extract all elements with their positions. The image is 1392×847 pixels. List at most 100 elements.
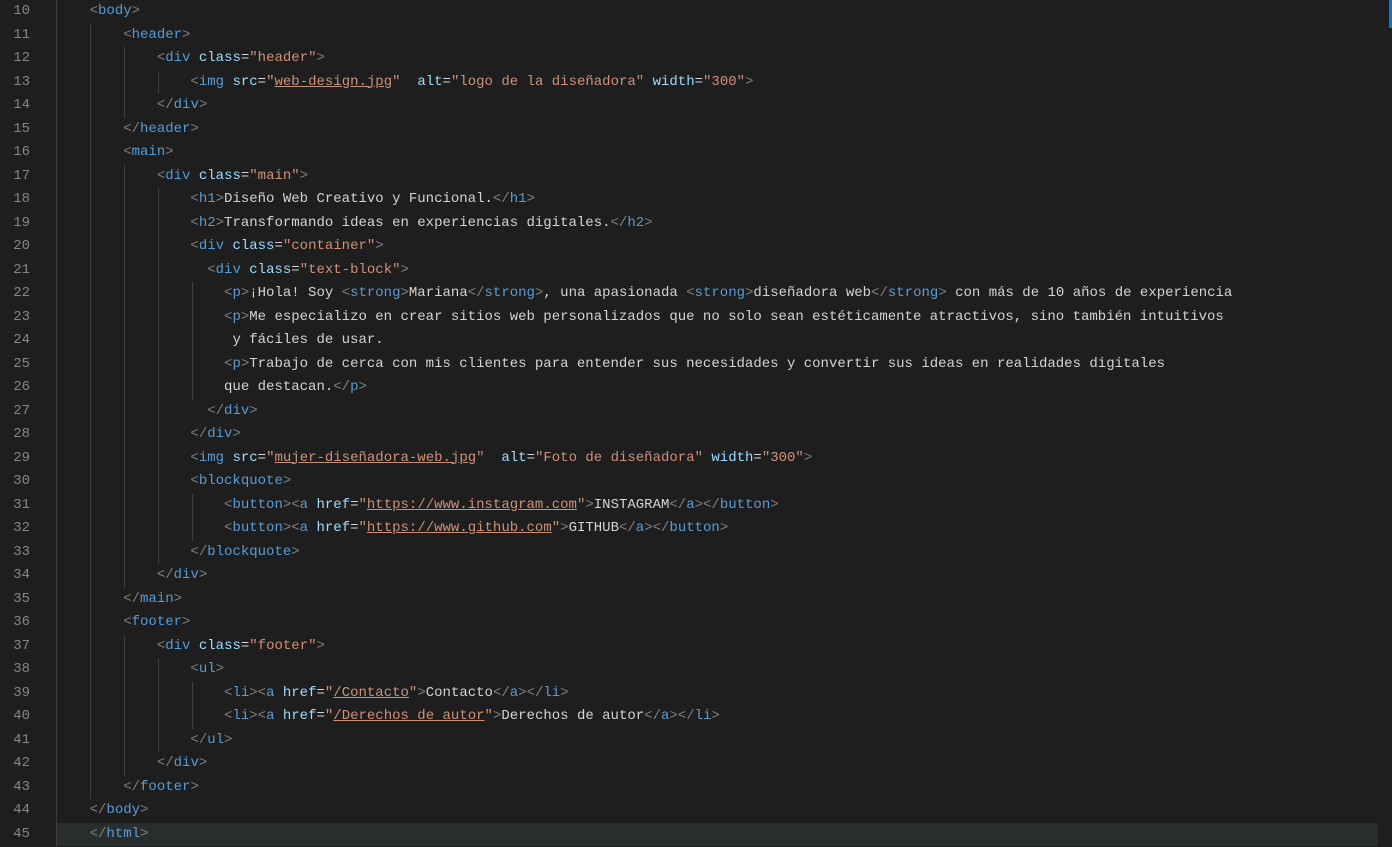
token-attr: alt xyxy=(501,450,526,466)
indent-guide xyxy=(124,165,125,189)
code-line[interactable]: </div> xyxy=(56,564,1392,588)
code-line[interactable]: y fáciles de usar. xyxy=(56,329,1392,353)
code-line[interactable]: <li><a href="/Contacto">Contacto</a></li… xyxy=(56,682,1392,706)
token-tag: h2 xyxy=(627,215,644,231)
vertical-scrollbar[interactable] xyxy=(1378,0,1392,847)
token-txt xyxy=(274,708,282,724)
code-line[interactable]: </html> xyxy=(56,823,1392,847)
code-area[interactable]: <body> <header> <div class="header"> <im… xyxy=(48,0,1392,847)
indent-guide xyxy=(124,635,125,659)
line-number: 16 xyxy=(0,141,48,165)
token-br: </ xyxy=(611,215,628,231)
code-line[interactable]: </body> xyxy=(56,799,1392,823)
code-line[interactable]: <p>¡Hola! Soy <strong>Mariana</strong>, … xyxy=(56,282,1392,306)
token-tag: div xyxy=(165,168,190,184)
indent-guide xyxy=(56,776,57,800)
line-number: 28 xyxy=(0,423,48,447)
token-tag: a xyxy=(636,520,644,536)
indent-guide xyxy=(192,282,193,306)
token-br: > xyxy=(560,685,568,701)
indent-guide xyxy=(192,376,193,400)
token-txt: Me especializo en crear sitios web perso… xyxy=(249,309,1224,325)
indent-guide xyxy=(56,564,57,588)
code-line[interactable]: <ul> xyxy=(56,658,1392,682)
token-txt: = xyxy=(695,74,703,90)
code-line[interactable]: <div class="footer"> xyxy=(56,635,1392,659)
code-line[interactable]: </main> xyxy=(56,588,1392,612)
token-br: > xyxy=(182,614,190,630)
indent-guide xyxy=(56,212,57,236)
token-tag: header xyxy=(132,27,182,43)
token-txt: con más de 10 años de experiencia xyxy=(947,285,1233,301)
token-tag: a xyxy=(300,497,308,513)
code-line[interactable]: <main> xyxy=(56,141,1392,165)
indent-guide xyxy=(56,588,57,612)
indent-guide xyxy=(90,259,91,283)
token-tag: blockquote xyxy=(199,473,283,489)
token-str: " xyxy=(476,450,484,466)
token-br: < xyxy=(342,285,350,301)
indent-guide xyxy=(56,282,57,306)
code-line[interactable]: <button><a href="https://www.github.com"… xyxy=(56,517,1392,541)
code-line[interactable]: </ul> xyxy=(56,729,1392,753)
code-line[interactable]: <div class="text-block"> xyxy=(56,259,1392,283)
code-line[interactable]: </div> xyxy=(56,752,1392,776)
code-line[interactable]: <div class="container"> xyxy=(56,235,1392,259)
indent-guide xyxy=(56,118,57,142)
code-line[interactable]: <div class="header"> xyxy=(56,47,1392,71)
line-number: 32 xyxy=(0,517,48,541)
indent-guide xyxy=(158,329,159,353)
code-line[interactable]: <button><a href="https://www.instagram.c… xyxy=(56,494,1392,518)
token-tag: footer xyxy=(140,779,190,795)
token-attr: src xyxy=(232,74,257,90)
token-br: > xyxy=(804,450,812,466)
code-line[interactable]: </footer> xyxy=(56,776,1392,800)
line-number: 40 xyxy=(0,705,48,729)
indent-guide xyxy=(90,118,91,142)
token-tag: strong xyxy=(485,285,535,301)
code-line[interactable]: que destacan.</p> xyxy=(56,376,1392,400)
code-line[interactable]: <p>Me especializo en crear sitios web pe… xyxy=(56,306,1392,330)
code-line[interactable]: <h2>Transformando ideas en experiencias … xyxy=(56,212,1392,236)
token-link: /Contacto xyxy=(333,685,409,701)
token-br: </ xyxy=(644,708,661,724)
code-line[interactable]: <body> xyxy=(56,0,1392,24)
code-line[interactable]: <blockquote> xyxy=(56,470,1392,494)
token-br: > xyxy=(216,191,224,207)
indent-guide xyxy=(158,259,159,283)
token-str: "300" xyxy=(703,74,745,90)
token-txt: = xyxy=(258,450,266,466)
indent-guide xyxy=(90,729,91,753)
code-line[interactable]: <p>Trabajo de cerca con mis clientes par… xyxy=(56,353,1392,377)
indent-guide xyxy=(90,212,91,236)
token-br: < xyxy=(123,144,131,160)
token-br: < xyxy=(190,473,198,489)
code-line[interactable]: <img src="mujer-diseñadora-web.jpg" alt=… xyxy=(56,447,1392,471)
code-line[interactable]: </blockquote> xyxy=(56,541,1392,565)
code-line[interactable]: <header> xyxy=(56,24,1392,48)
code-line[interactable]: <li><a href="/Derechos de autor">Derecho… xyxy=(56,705,1392,729)
indent-guide xyxy=(90,329,91,353)
code-line[interactable]: </div> xyxy=(56,423,1392,447)
code-line[interactable]: </header> xyxy=(56,118,1392,142)
indent-guide xyxy=(158,235,159,259)
token-br: </ xyxy=(90,826,107,842)
token-txt xyxy=(401,74,418,90)
indent-guide xyxy=(56,541,57,565)
code-line[interactable]: <img src="web-design.jpg" alt="logo de l… xyxy=(56,71,1392,95)
token-tag: div xyxy=(174,97,199,113)
line-number: 22 xyxy=(0,282,48,306)
token-str: "main" xyxy=(249,168,299,184)
token-br: </ xyxy=(190,426,207,442)
token-tag: div xyxy=(174,755,199,771)
code-editor[interactable]: 1011121314151617181920212223242526272829… xyxy=(0,0,1392,847)
code-line[interactable]: </div> xyxy=(56,94,1392,118)
token-br: < xyxy=(190,191,198,207)
indent-guide xyxy=(56,682,57,706)
code-line[interactable]: </div> xyxy=(56,400,1392,424)
token-str: " xyxy=(485,708,493,724)
token-txt xyxy=(190,168,198,184)
code-line[interactable]: <div class="main"> xyxy=(56,165,1392,189)
code-line[interactable]: <h1>Diseño Web Creativo y Funcional.</h1… xyxy=(56,188,1392,212)
code-line[interactable]: <footer> xyxy=(56,611,1392,635)
